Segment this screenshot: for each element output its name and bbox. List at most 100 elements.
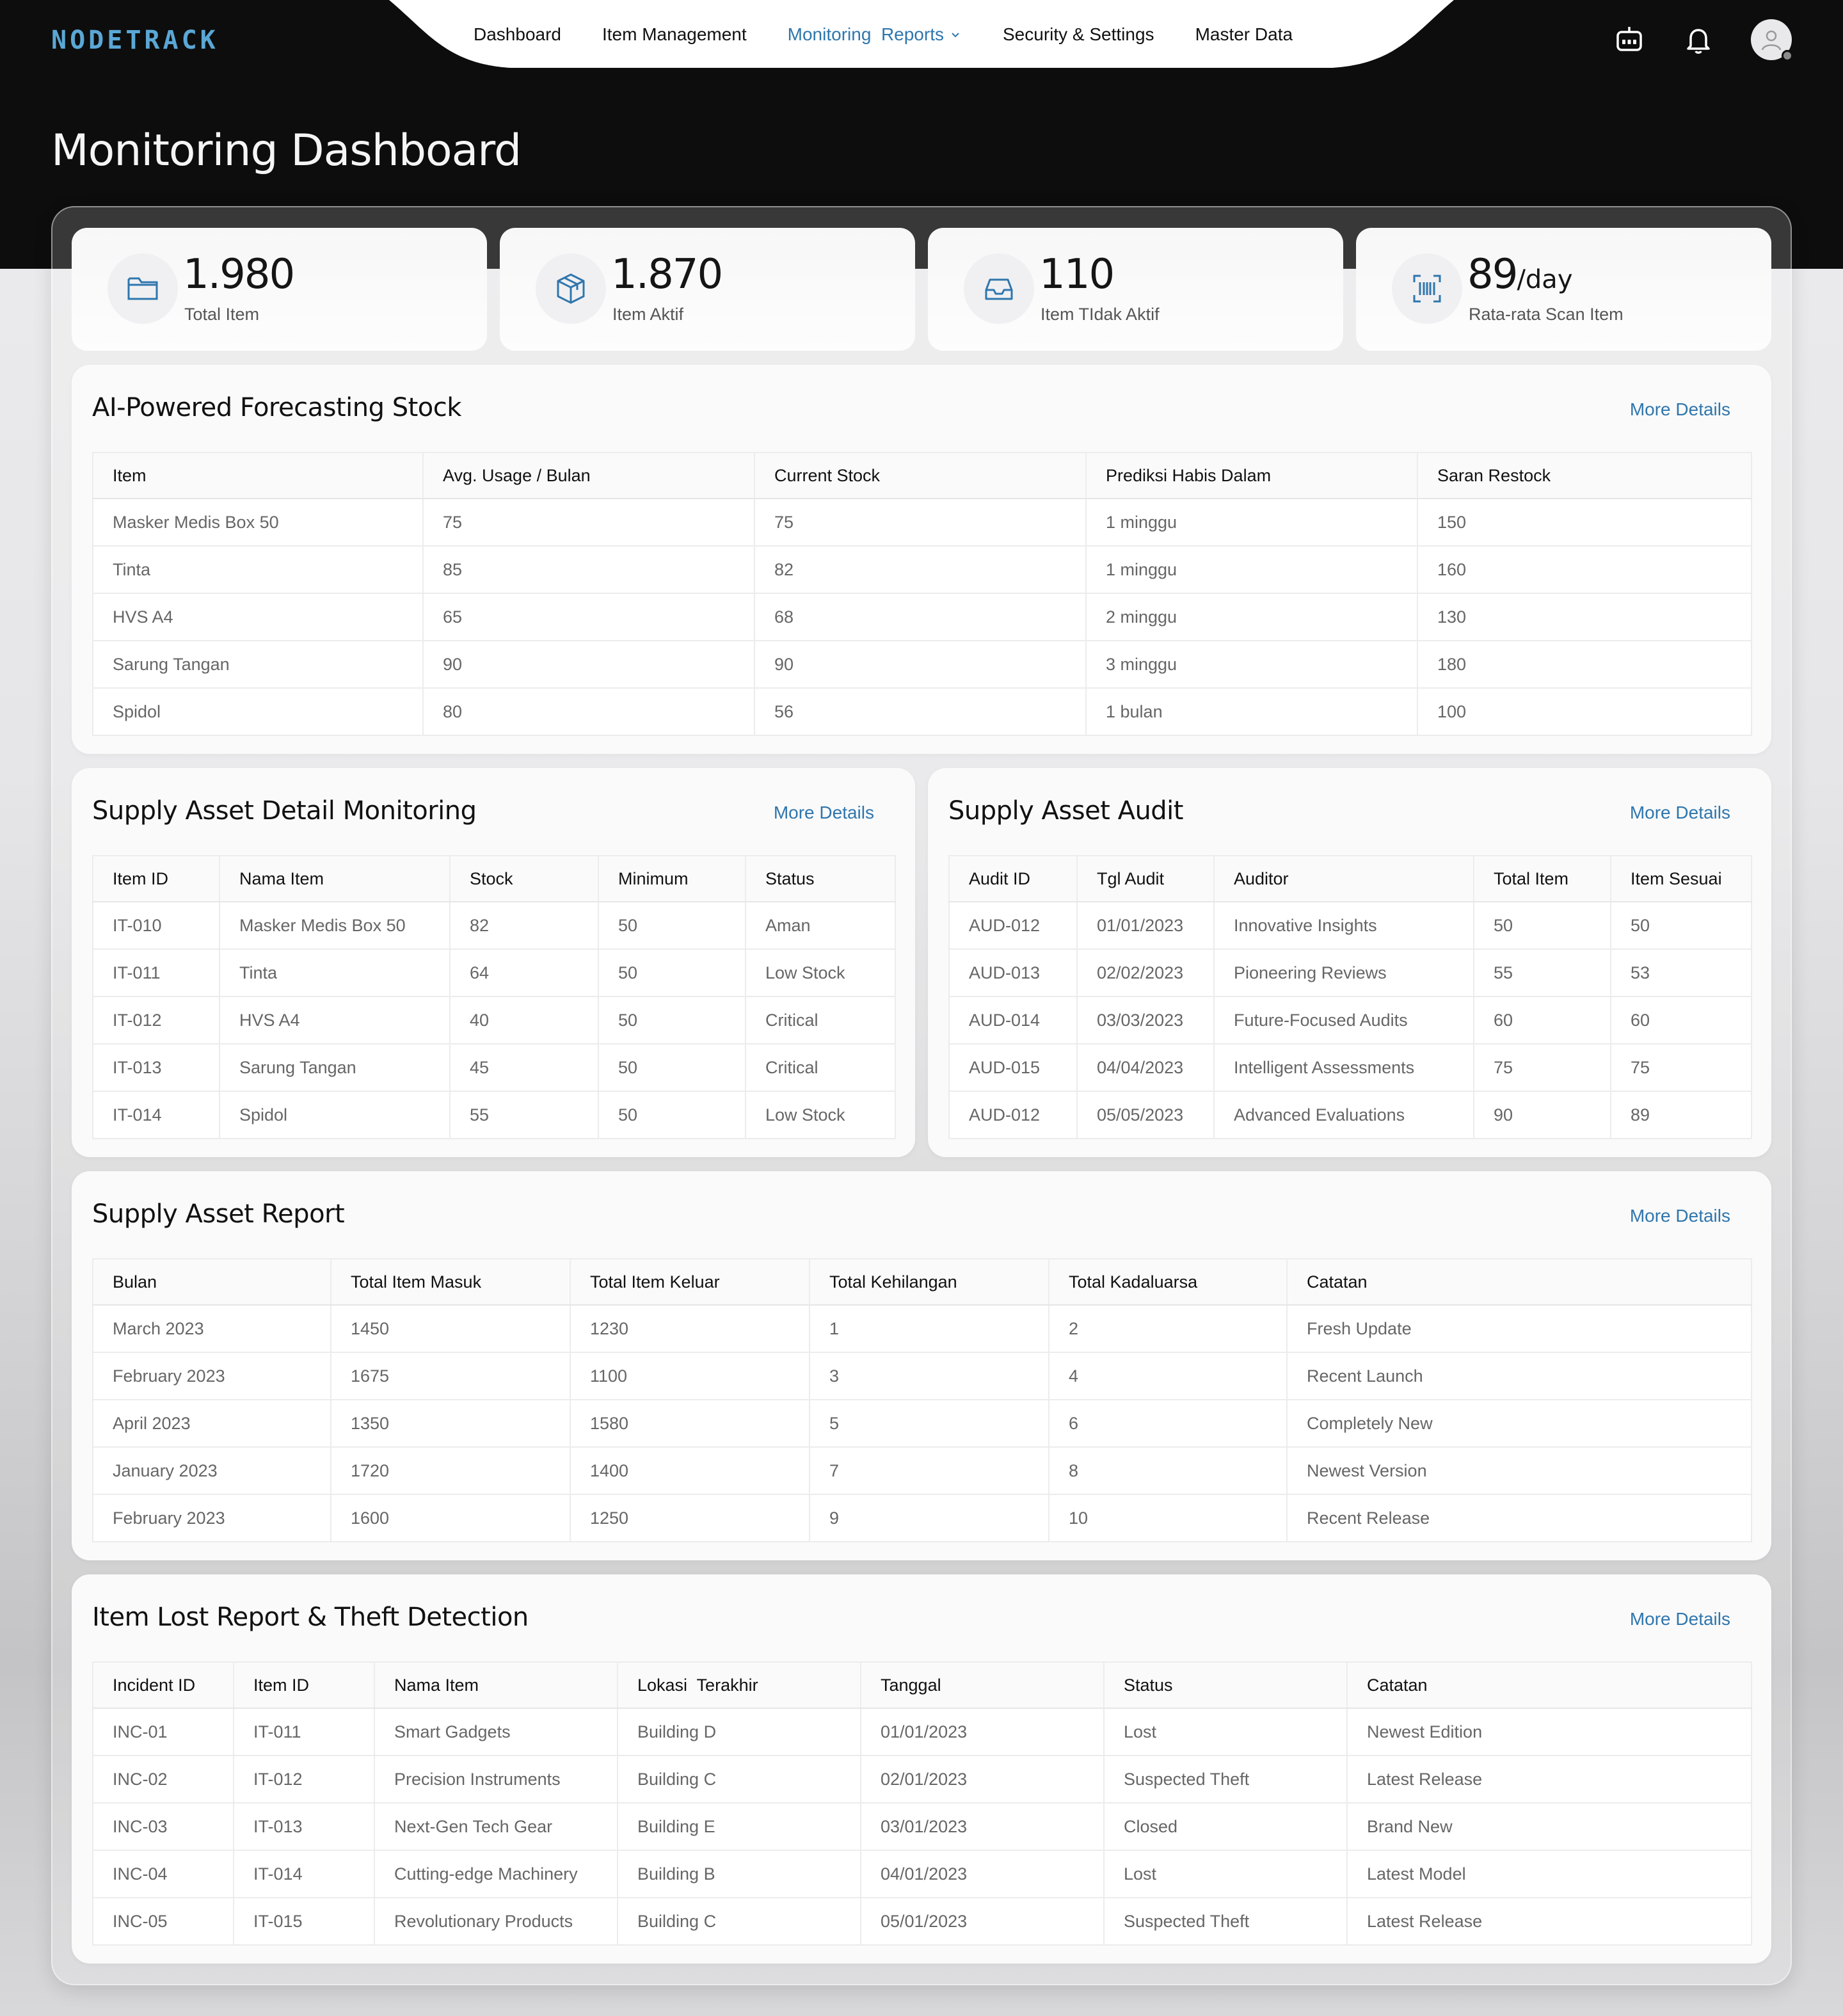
detail-monitoring-table: Item ID Nama Item Stock Minimum Status IT-010…: [92, 855, 896, 1139]
more-details-link[interactable]: More Details: [774, 803, 874, 823]
column-header[interactable]: Tanggal: [860, 1661, 1104, 1709]
column-header[interactable]: Item: [92, 452, 423, 499]
table-row[interactable]: AUD-014 03/03/2023 Future-Focused Audits 60…: [948, 996, 1752, 1044]
table-cell: Building C: [617, 1756, 861, 1804]
table-cell: Suspected Theft: [1103, 1898, 1347, 1946]
column-header[interactable]: Incident ID: [92, 1661, 234, 1709]
column-header[interactable]: Total Kadaluarsa: [1048, 1258, 1287, 1306]
table-row[interactable]: INC-02 IT-012 Precision Instruments Buildin…: [92, 1756, 1752, 1804]
table-row[interactable]: AUD-012 05/05/2023 Advanced Evaluations 90 8…: [948, 1091, 1752, 1139]
table-row[interactable]: AUD-013 02/02/2023 Pioneering Reviews 55 53: [948, 949, 1752, 997]
forecast-table: Item Avg. Usage / Bulan Current Stock Predi…: [92, 452, 1752, 736]
table-cell: 75: [422, 499, 754, 547]
table-row[interactable]: AUD-012 01/01/2023 Innovative Insights 50 50: [948, 902, 1752, 950]
table-cell: 8: [1048, 1447, 1287, 1495]
brand-logo[interactable]: NODETRACK: [51, 26, 219, 55]
table-cell: 82: [449, 902, 598, 950]
table-cell: 55: [1473, 949, 1611, 997]
table-row[interactable]: INC-01 IT-011 Smart Gadgets Building D 01/01…: [92, 1708, 1752, 1756]
column-header[interactable]: Catatan: [1346, 1661, 1752, 1709]
table-row[interactable]: HVS A4 65 68 2 minggu 130: [92, 593, 1752, 641]
column-header[interactable]: Nama Item: [374, 1661, 618, 1709]
table-row[interactable]: IT-013 Sarung Tangan 45 50 Critical: [92, 1044, 896, 1092]
table-cell: HVS A4: [92, 593, 423, 641]
table-row[interactable]: IT-014 Spidol 55 50 Low Stock: [92, 1091, 896, 1139]
stat-card-total-item: 1.980 Total Item: [72, 228, 487, 351]
table-cell: Pioneering Reviews: [1213, 949, 1474, 997]
table-cell: 100: [1417, 688, 1752, 736]
column-header[interactable]: Item ID: [233, 1661, 374, 1709]
bell-icon[interactable]: [1682, 23, 1715, 56]
table-cell: IT-014: [92, 1091, 219, 1139]
table-cell: 2: [1048, 1305, 1287, 1353]
column-header[interactable]: Minimum: [598, 855, 746, 902]
column-header[interactable]: Current Stock: [754, 452, 1086, 499]
column-header[interactable]: Nama Item: [219, 855, 450, 902]
more-details-link[interactable]: More Details: [1630, 399, 1730, 420]
more-details-link[interactable]: More Details: [1630, 1609, 1730, 1629]
table-cell: 50: [1473, 902, 1611, 950]
page-title: Monitoring Dashboard: [51, 125, 522, 176]
table-cell: 5: [809, 1400, 1049, 1448]
table-row[interactable]: February 2023 1600 1250 9 10 Recent Release: [92, 1494, 1752, 1542]
nav-item-dashboard[interactable]: Dashboard: [474, 24, 561, 45]
table-cell: Latest Release: [1346, 1756, 1752, 1804]
table-row[interactable]: January 2023 1720 1400 7 8 Newest Version: [92, 1447, 1752, 1495]
nav-item-security-settings[interactable]: Security & Settings: [1003, 24, 1154, 45]
column-header[interactable]: Catatan: [1286, 1258, 1752, 1306]
table-cell: Newest Edition: [1346, 1708, 1752, 1756]
column-header[interactable]: Avg. Usage / Bulan: [422, 452, 754, 499]
stat-value: 1.870: [611, 251, 723, 298]
more-details-link[interactable]: More Details: [1630, 803, 1730, 823]
table-cell: Latest Release: [1346, 1898, 1752, 1946]
column-header[interactable]: Total Item Masuk: [330, 1258, 570, 1306]
table-cell: Cutting-edge Machinery: [374, 1850, 618, 1898]
table-row[interactable]: Spidol 80 56 1 bulan 100: [92, 688, 1752, 736]
column-header[interactable]: Auditor: [1213, 855, 1474, 902]
column-header[interactable]: Total Item Keluar: [570, 1258, 810, 1306]
column-header[interactable]: Total Item: [1473, 855, 1611, 902]
column-header[interactable]: Saran Restock: [1417, 452, 1752, 499]
column-header[interactable]: Item ID: [92, 855, 219, 902]
column-header[interactable]: Lokasi Terakhir: [617, 1661, 861, 1709]
table-cell: 04/01/2023: [860, 1850, 1104, 1898]
more-details-link[interactable]: More Details: [1630, 1206, 1730, 1226]
table-row[interactable]: Tinta 85 82 1 minggu 160: [92, 546, 1752, 594]
column-header[interactable]: Total Kehilangan: [809, 1258, 1049, 1306]
column-header[interactable]: Status: [745, 855, 896, 902]
table-row[interactable]: INC-04 IT-014 Cutting-edge Machinery Buildi…: [92, 1850, 1752, 1898]
table-row[interactable]: IT-010 Masker Medis Box 50 82 50 Aman: [92, 902, 896, 950]
table-row[interactable]: INC-03 IT-013 Next-Gen Tech Gear Building E…: [92, 1803, 1752, 1851]
table-row[interactable]: April 2023 1350 1580 5 6 Completely New: [92, 1400, 1752, 1448]
table-row[interactable]: IT-012 HVS A4 40 50 Critical: [92, 996, 896, 1044]
column-header[interactable]: Audit ID: [948, 855, 1077, 902]
table-row[interactable]: March 2023 1450 1230 1 2 Fresh Update: [92, 1305, 1752, 1353]
avatar-icon[interactable]: [1751, 19, 1793, 61]
column-header[interactable]: Prediksi Habis Dalam: [1085, 452, 1417, 499]
column-header[interactable]: Bulan: [92, 1258, 331, 1306]
table-cell: 1 minggu: [1085, 499, 1417, 547]
table-cell: Future-Focused Audits: [1213, 996, 1474, 1044]
column-header[interactable]: Status: [1103, 1661, 1347, 1709]
table-row[interactable]: Masker Medis Box 50 75 75 1 minggu 150: [92, 499, 1752, 547]
nav-item-master-data[interactable]: Master Data: [1195, 24, 1293, 45]
table-row[interactable]: AUD-015 04/04/2023 Intelligent Assessments…: [948, 1044, 1752, 1092]
table-row[interactable]: Sarung Tangan 90 90 3 minggu 180: [92, 641, 1752, 689]
nav-item-monitoring-reports[interactable]: Monitoring Reports: [788, 24, 962, 45]
table-cell: Critical: [745, 1044, 896, 1092]
table-cell: 50: [598, 1044, 746, 1092]
stat-card-item-aktif: 1.870 Item Aktif: [500, 228, 915, 351]
column-header[interactable]: Stock: [449, 855, 598, 902]
table-row[interactable]: INC-05 IT-015 Revolutionary Products Buildi…: [92, 1898, 1752, 1946]
table-cell: 1580: [570, 1400, 810, 1448]
nav-item-item-management[interactable]: Item Management: [602, 24, 747, 45]
column-header[interactable]: Tgl Audit: [1076, 855, 1214, 902]
table-cell: 50: [598, 949, 746, 997]
column-header[interactable]: Item Sesuai: [1610, 855, 1752, 902]
table-cell: 05/01/2023: [860, 1898, 1104, 1946]
table-row[interactable]: February 2023 1675 1100 3 4 Recent Launch: [92, 1352, 1752, 1400]
table-cell: March 2023: [92, 1305, 331, 1353]
table-row[interactable]: IT-011 Tinta 64 50 Low Stock: [92, 949, 896, 997]
bot-icon[interactable]: [1613, 23, 1646, 56]
table-cell: 6: [1048, 1400, 1287, 1448]
